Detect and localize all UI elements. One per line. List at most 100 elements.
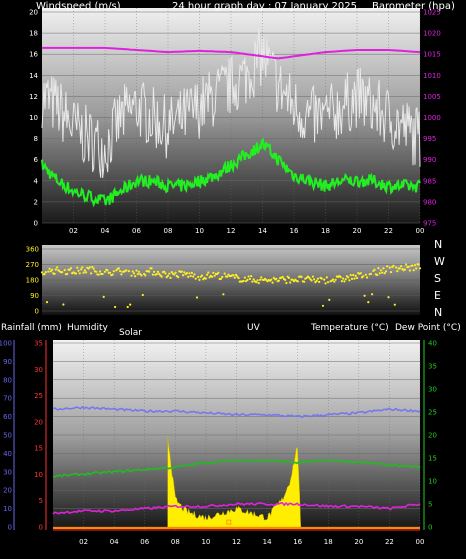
- direction-point: [237, 277, 240, 280]
- direction-point: [213, 274, 216, 277]
- temp-y-tick-25: 25: [428, 409, 437, 417]
- direction-point: [193, 273, 196, 276]
- direction-point: [352, 273, 355, 277]
- direction-point: [45, 301, 49, 304]
- baro-y-tick-1020: 1020: [423, 30, 441, 38]
- direction-point: [194, 277, 197, 280]
- direction-point: [137, 270, 141, 273]
- direction-point: [131, 270, 134, 273]
- direction-point: [342, 277, 345, 280]
- direction-point: [403, 268, 406, 271]
- direction-point: [226, 275, 229, 278]
- date-title: 24 hour graph day : 07 January 2025: [172, 1, 357, 12]
- wind-y-tick-10: 10: [29, 114, 38, 122]
- direction-point: [160, 275, 163, 278]
- wind-x-tick-02: 02: [69, 227, 78, 235]
- humidity-y-tick-30: 30: [3, 468, 12, 476]
- temp-y-tick-5: 5: [428, 501, 432, 509]
- direction-point: [350, 277, 354, 280]
- direction-point: [129, 303, 132, 306]
- direction-point: [62, 303, 65, 306]
- direction-point: [417, 263, 420, 266]
- direction-point: [395, 266, 398, 269]
- direction-point: [281, 275, 284, 279]
- baro-y-tick-995: 995: [423, 135, 436, 143]
- direction-point: [108, 271, 112, 274]
- dewpoint-axis-title: Dew Point (°C): [395, 323, 461, 333]
- direction-point: [56, 266, 59, 269]
- direction-point: [340, 280, 343, 283]
- direction-point: [412, 269, 415, 272]
- direction-point: [80, 268, 83, 271]
- direction-point: [200, 274, 204, 277]
- climate-x-tick-12: 12: [232, 538, 241, 546]
- wind-x-tick-16: 16: [290, 227, 299, 235]
- rain-y-tick-10: 10: [34, 471, 43, 479]
- direction-point: [168, 272, 171, 275]
- direction-point: [321, 304, 325, 307]
- direction-point: [103, 270, 107, 273]
- direction-point: [95, 270, 98, 273]
- baro-y-tick-975: 975: [423, 220, 436, 228]
- direction-point: [393, 303, 396, 306]
- direction-point: [114, 305, 117, 309]
- direction-point: [111, 273, 114, 276]
- wind-y-tick-2: 2: [34, 198, 38, 206]
- direction-point: [53, 272, 56, 275]
- direction-point: [284, 278, 287, 281]
- uv-axis-title: UV: [247, 323, 261, 333]
- direction-point: [277, 279, 280, 282]
- baro-y-tick-990: 990: [423, 156, 436, 164]
- direction-point: [169, 276, 172, 279]
- direction-point: [88, 266, 91, 269]
- direction-point: [243, 276, 246, 279]
- climate-x-tick-02: 02: [79, 538, 88, 546]
- dir-y-tick-0: 0: [35, 308, 39, 316]
- direction-point: [405, 263, 408, 266]
- direction-point: [185, 272, 188, 275]
- direction-point: [98, 270, 102, 273]
- direction-point: [364, 273, 367, 276]
- direction-point: [388, 266, 391, 269]
- wind-y-tick-14: 14: [29, 72, 38, 80]
- direction-point: [144, 274, 147, 277]
- direction-point: [90, 272, 93, 275]
- direction-point: [378, 272, 381, 275]
- direction-point: [156, 270, 159, 273]
- direction-point: [40, 271, 44, 274]
- direction-point: [78, 272, 81, 275]
- direction-point: [339, 276, 342, 279]
- direction-point: [384, 270, 388, 273]
- climate-x-tick-04: 04: [110, 538, 119, 546]
- baro-y-tick-1005: 1005: [423, 93, 441, 101]
- direction-point: [386, 265, 389, 268]
- direction-point: [348, 279, 351, 282]
- climate-x-tick-14: 14: [263, 538, 272, 546]
- direction-point: [398, 267, 401, 270]
- climate-x-tick-18: 18: [324, 538, 333, 546]
- direction-point: [204, 277, 207, 280]
- direction-point: [366, 276, 369, 279]
- direction-point: [270, 278, 273, 281]
- direction-point: [332, 278, 335, 281]
- direction-point: [51, 268, 54, 271]
- rain-y-tick-5: 5: [39, 497, 43, 505]
- direction-point: [77, 269, 80, 272]
- direction-point: [183, 271, 186, 274]
- direction-point: [260, 276, 263, 279]
- dir-y-tick-360: 360: [26, 246, 39, 254]
- direction-point: [126, 305, 129, 309]
- humidity-y-tick-100: 100: [0, 340, 12, 348]
- solar-axis-title: Solar: [119, 328, 142, 338]
- direction-point: [92, 267, 95, 270]
- direction-point: [197, 275, 200, 279]
- weather-graph-svg: 0246810121416182097598098599099510001005…: [0, 0, 466, 555]
- direction-point: [174, 271, 177, 274]
- temp-y-tick-35: 35: [428, 363, 437, 371]
- direction-label-e: E: [434, 289, 441, 302]
- direction-point: [318, 280, 321, 283]
- direction-point: [344, 278, 347, 281]
- direction-point: [363, 294, 366, 297]
- direction-point: [354, 274, 357, 277]
- direction-point: [61, 271, 64, 274]
